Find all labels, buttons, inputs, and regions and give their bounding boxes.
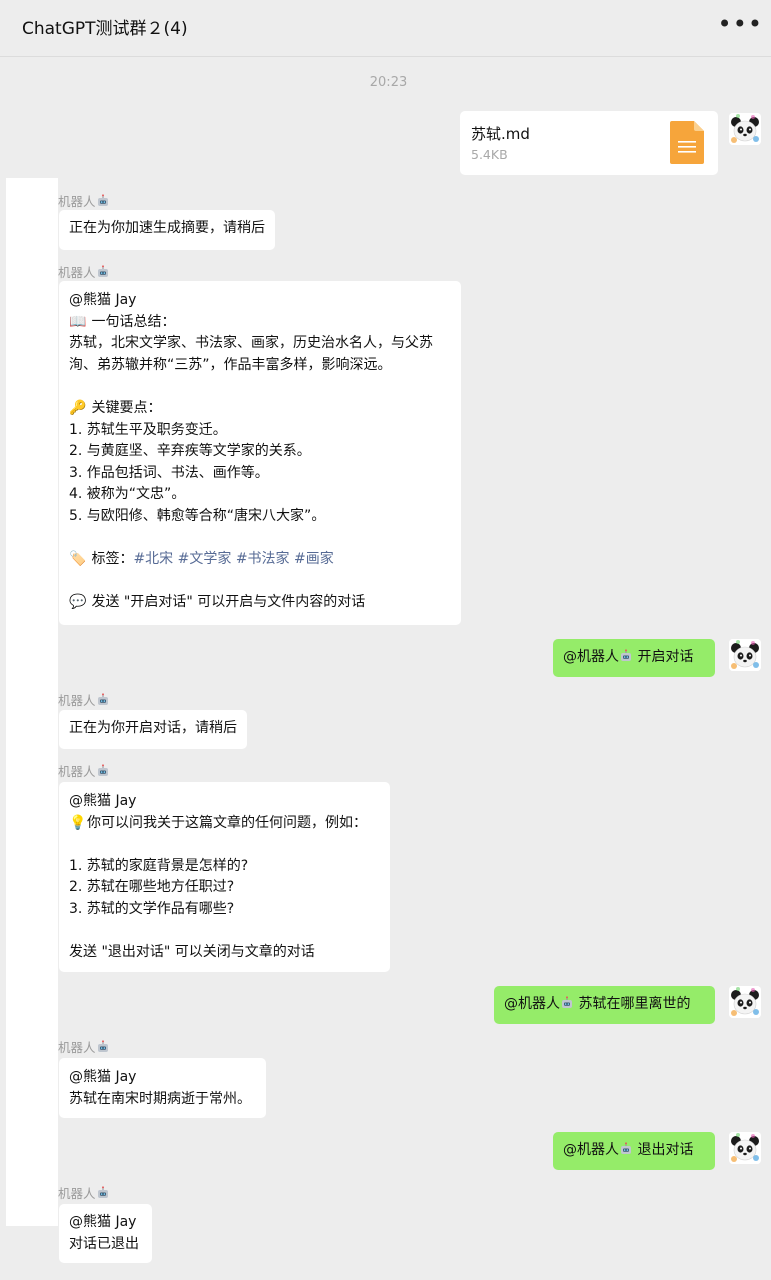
sender-name: 机器人 (58, 761, 110, 780)
outgoing-message: @机器人 苏轼在哪里离世的 (494, 986, 715, 1024)
message-bubble: 正在为你开启对话，请稍后 (59, 710, 247, 749)
hashtag-link[interactable]: #书法家 (236, 551, 290, 567)
sender-name: 机器人 (58, 191, 110, 210)
file-name: 苏轼.md (471, 125, 530, 143)
timestamp: 20:23 (369, 75, 408, 90)
hashtag-link[interactable]: #画家 (294, 551, 334, 567)
key-icon: 🔑 (69, 399, 87, 416)
robot-icon (97, 1186, 109, 1199)
lightbulb-icon: 💡 (69, 814, 87, 831)
panda-avatar-icon[interactable] (729, 113, 761, 145)
mention: @熊猫 Jay (69, 793, 137, 809)
chat-header: ChatGPT测试群２(4) ••• (0, 0, 771, 57)
panda-avatar-icon[interactable] (729, 1132, 761, 1164)
mention: @熊猫 Jay (69, 292, 137, 308)
mention: @熊猫 Jay (69, 1069, 137, 1085)
more-icon[interactable]: ••• (718, 10, 763, 38)
robot-icon (97, 194, 109, 207)
robot-icon (97, 764, 109, 777)
message-bubble: @熊猫 Jay 💡你可以问我关于这篇文章的任何问题，例如： 1. 苏轼的家庭背景… (59, 782, 390, 972)
outgoing-message: @机器人 开启对话 (553, 639, 715, 677)
hashtag-link[interactable]: #文学家 (178, 551, 232, 567)
robot-icon (620, 1142, 632, 1155)
sender-name: 机器人 (58, 1037, 110, 1056)
left-panel-strip (6, 178, 58, 1226)
book-icon: 📖 (69, 313, 87, 330)
mention: @熊猫 Jay (69, 1214, 137, 1230)
panda-avatar-icon[interactable] (729, 639, 761, 671)
robot-icon (97, 265, 109, 278)
robot-icon (97, 1040, 109, 1053)
file-message[interactable]: 苏轼.md 5.4KB (460, 111, 718, 175)
robot-icon (97, 693, 109, 706)
chat-title: ChatGPT测试群２(4) (22, 19, 188, 39)
summary-bubble: @熊猫 Jay 📖 一句话总结： 苏轼，北宋文学家、书法家、画家，历史治水名人，… (59, 281, 461, 625)
sender-name: 机器人 (58, 1183, 110, 1202)
robot-icon (620, 649, 632, 662)
message-bubble: 正在为你加速生成摘要，请稍后 (59, 210, 275, 250)
file-size: 5.4KB (471, 147, 508, 162)
panda-avatar-icon[interactable] (729, 986, 761, 1018)
label-icon: 🏷️ (69, 551, 87, 568)
hashtag-link[interactable]: #北宋 (133, 551, 173, 567)
message-bubble: @熊猫 Jay 对话已退出 (59, 1204, 152, 1263)
robot-icon (561, 996, 573, 1009)
outgoing-message: @机器人 退出对话 (553, 1132, 715, 1170)
sender-name: 机器人 (58, 262, 110, 281)
sender-name: 机器人 (58, 690, 110, 709)
document-file-icon (670, 121, 704, 164)
message-bubble: @熊猫 Jay 苏轼在南宋时期病逝于常州。 (59, 1058, 266, 1118)
speech-bubble-icon: 💬 (69, 594, 87, 611)
